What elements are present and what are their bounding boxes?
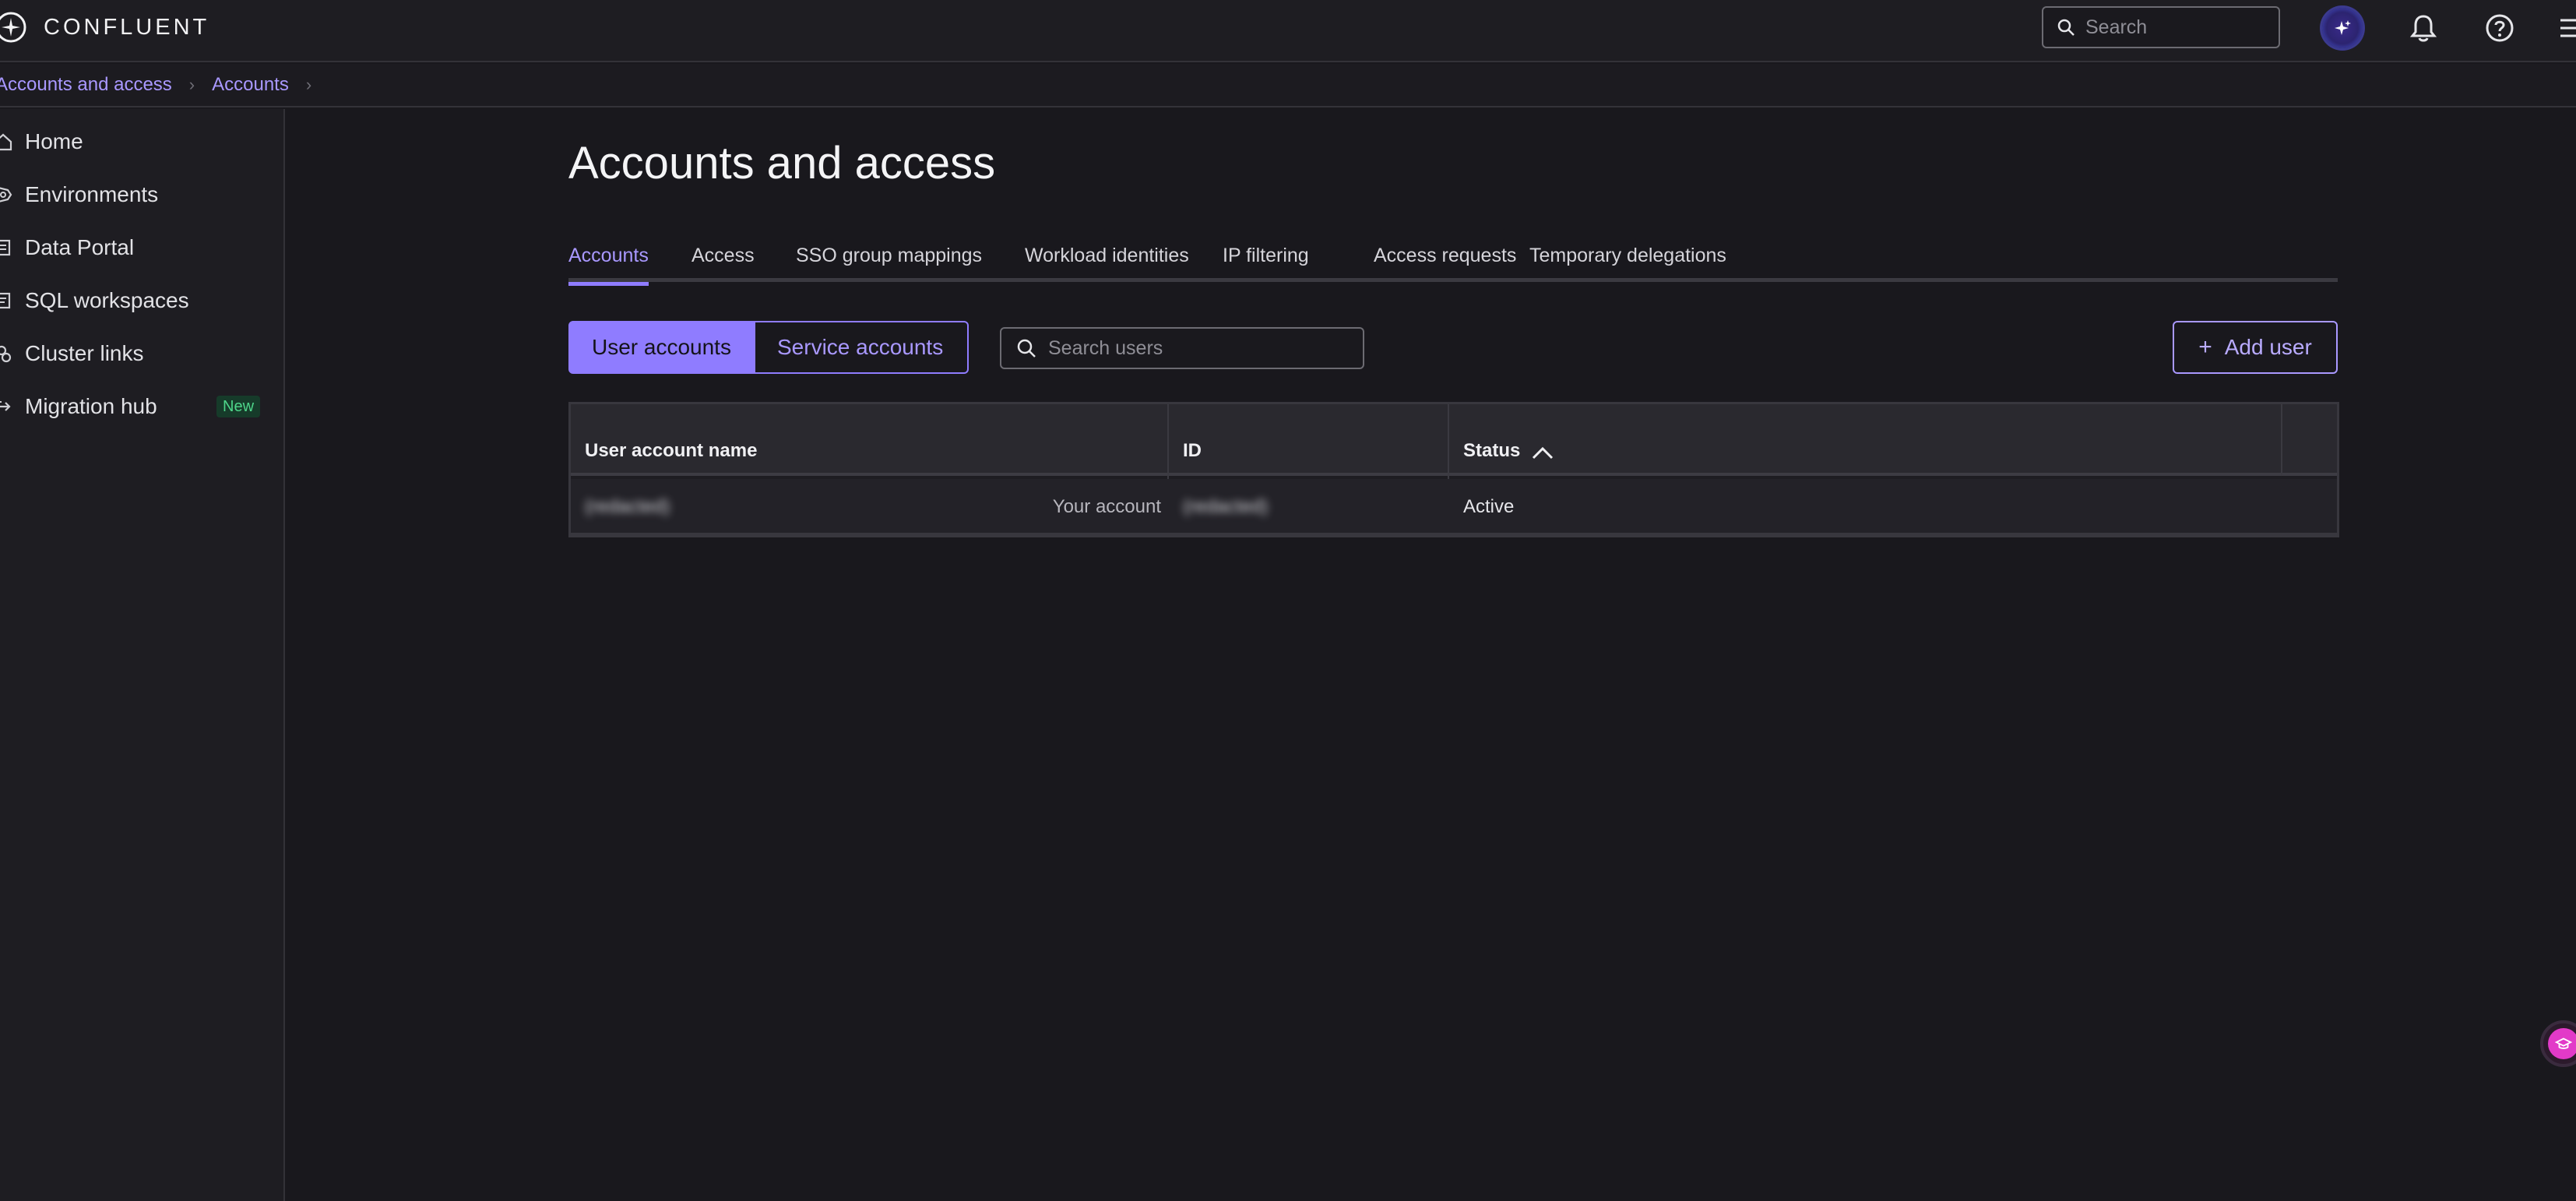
tab-bar: Accounts Access SSO group mappings Workl… [568, 238, 2338, 286]
table-header: User account name ID Status [571, 404, 2337, 476]
main-content: Accounts and access Accounts Access SSO … [287, 109, 2576, 1201]
column-header-status[interactable]: Status [1449, 404, 2072, 476]
sidebar-item-migration-hub[interactable]: Migration hub New [0, 385, 265, 428]
search-icon [1017, 339, 1036, 357]
tab-accounts[interactable]: Accounts [568, 238, 649, 286]
sidebar-item-cluster-links[interactable]: Cluster links [0, 332, 265, 375]
cell-id: (redacted) [1183, 479, 1440, 535]
column-header-user-account-name[interactable]: User account name [571, 404, 1169, 476]
add-user-button[interactable]: + Add user [2173, 321, 2338, 374]
search-users-input[interactable] [1048, 336, 1360, 360]
your-account-label: Your account [1052, 496, 1161, 517]
chevron-right-icon: › [305, 75, 312, 94]
brand-logo[interactable]: CONFLUENT [0, 11, 209, 44]
user-search[interactable] [1000, 327, 1364, 369]
tab-temporary-delegations[interactable]: Temporary delegations [1529, 238, 1726, 282]
tab-access[interactable]: Access [692, 238, 755, 282]
account-type-toggle: User accounts Service accounts [568, 321, 969, 374]
sidebar-item-sql-workspaces[interactable]: SQL workspaces [0, 279, 265, 322]
breadcrumb-accounts[interactable]: Accounts [212, 74, 289, 96]
column-header-id[interactable]: ID [1169, 404, 1449, 476]
tab-workload-identities[interactable]: Workload identities [1025, 238, 1189, 282]
cell-user-account-name: (redacted) Your account [585, 479, 1161, 535]
global-search-input[interactable] [2085, 16, 2265, 39]
sidebar-item-label: Cluster links [25, 341, 144, 365]
cell-status: Active [1463, 479, 1853, 535]
tab-ip-filtering[interactable]: IP filtering [1223, 238, 1309, 282]
tab-sso-group-mappings[interactable]: SSO group mappings [796, 238, 982, 282]
user-accounts-button[interactable]: User accounts [568, 321, 755, 374]
top-bar: CONFLUENT [0, 0, 2576, 62]
sidebar-item-label: Data Portal [25, 235, 135, 259]
sidebar-item-environments[interactable]: Environments [0, 173, 265, 217]
sort-ascending-icon [1533, 446, 1554, 460]
user-id-redacted: (redacted) [1183, 496, 1269, 517]
breadcrumb: Accounts and access › Accounts › [0, 64, 2576, 107]
page-title: Accounts and access [568, 138, 996, 188]
help-icon [2486, 14, 2514, 42]
environments-icon [0, 187, 12, 203]
global-search[interactable] [2042, 6, 2280, 48]
help-button[interactable] [2479, 8, 2520, 48]
brand-name: CONFLUENT [44, 14, 210, 40]
main-menu-button[interactable] [2548, 8, 2576, 48]
plus-icon: + [2198, 334, 2212, 360]
data-portal-icon [0, 239, 11, 256]
status-header-label: Status [1463, 440, 1521, 461]
migration-icon [0, 401, 11, 411]
sidebar: Home Environments Data Portal SQL worksp… [0, 109, 285, 1201]
tab-access-requests[interactable]: Access requests [1374, 238, 1516, 282]
breadcrumb-accounts-and-access[interactable]: Accounts and access [0, 74, 172, 96]
ai-assistant-button[interactable] [2322, 8, 2363, 48]
bell-icon [2409, 15, 2437, 42]
new-badge: New [216, 396, 261, 417]
confluent-logo-icon [0, 12, 26, 43]
sidebar-item-label: SQL workspaces [25, 288, 189, 312]
user-name-redacted: (redacted) [585, 496, 670, 517]
sidebar-item-label: Home [25, 129, 83, 153]
home-icon [0, 133, 12, 151]
sidebar-item-data-portal[interactable]: Data Portal [0, 226, 265, 269]
add-user-label: Add user [2224, 335, 2312, 359]
status-value: Active [1463, 496, 1515, 517]
ai-assistant-icon [2322, 8, 2363, 48]
column-divider [2281, 404, 2282, 476]
chevron-right-icon: › [188, 75, 195, 94]
link-icon [0, 345, 12, 363]
graduation-cap-icon [2548, 1028, 2576, 1059]
menu-icon [2560, 19, 2576, 37]
service-accounts-button[interactable]: Service accounts [755, 321, 969, 374]
sidebar-item-label: Migration hub [25, 394, 157, 418]
sidebar-item-home[interactable]: Home [0, 120, 265, 164]
notifications-button[interactable] [2403, 8, 2444, 48]
user-accounts-table: User account name ID Status (redacted) Y… [568, 402, 2339, 537]
sidebar-item-label: Environments [25, 182, 159, 206]
sql-icon [0, 292, 11, 309]
table-row[interactable]: (redacted) Your account (redacted) Activ… [571, 479, 2337, 535]
search-icon [2057, 19, 2075, 36]
